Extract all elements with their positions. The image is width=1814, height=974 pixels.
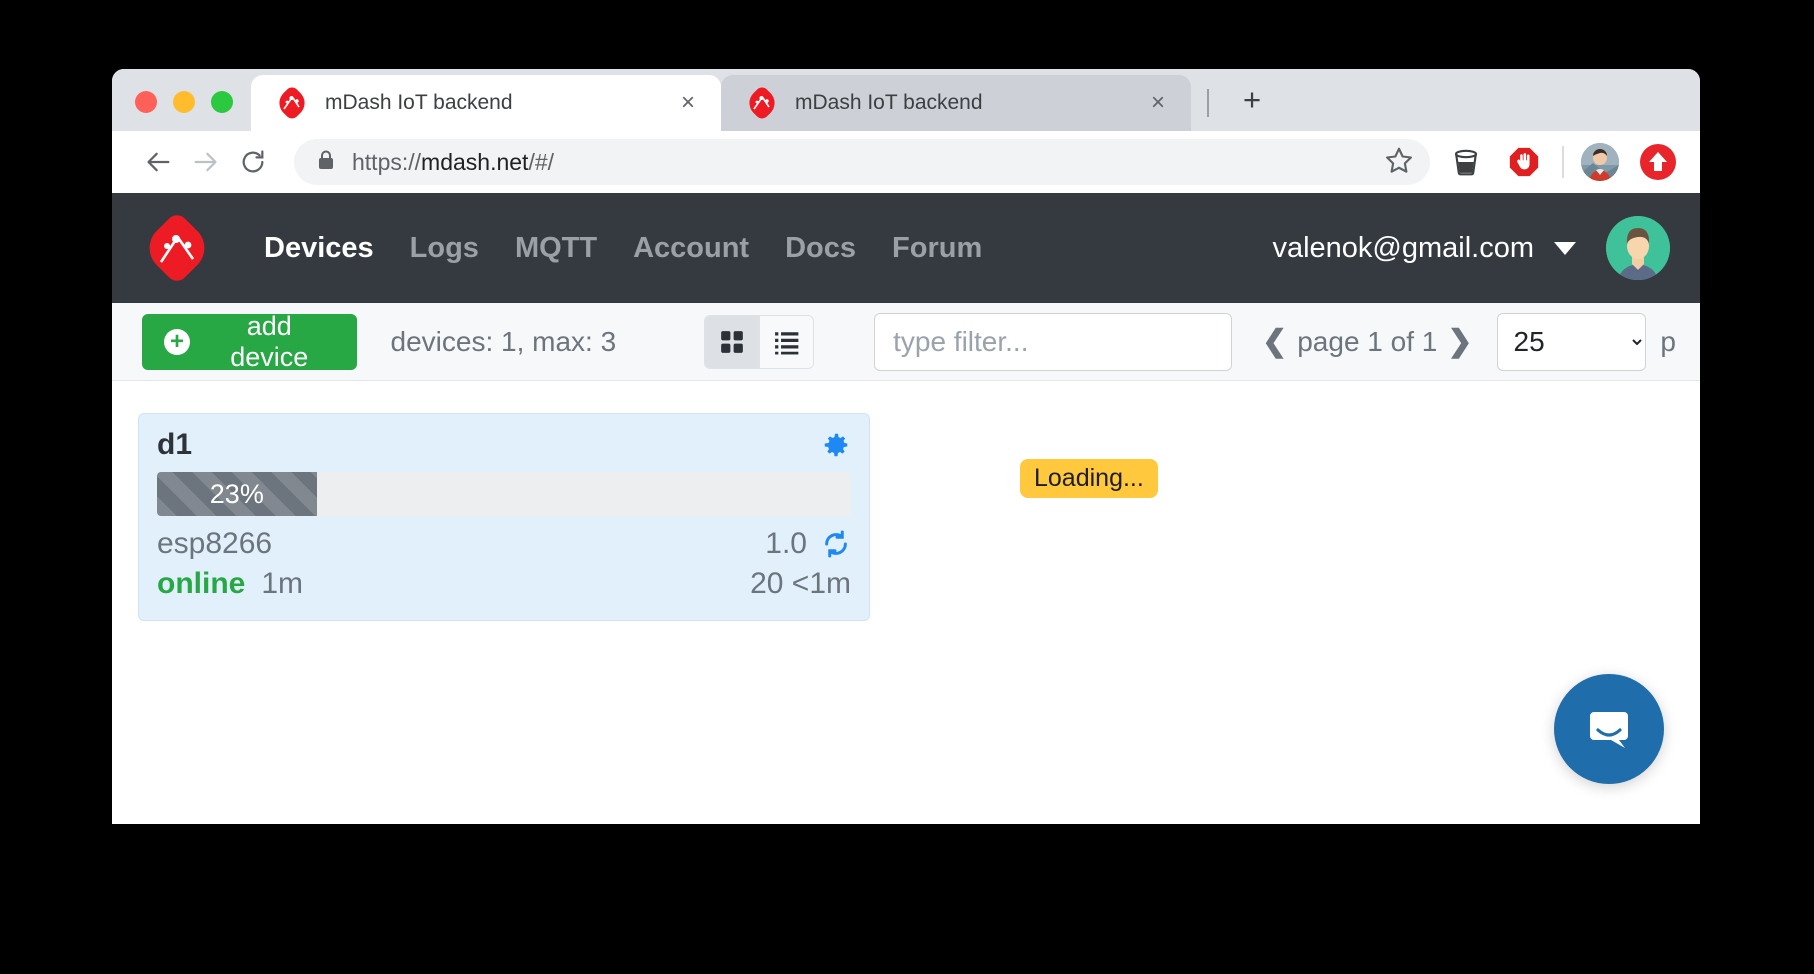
device-platform-row: esp8266 1.0	[157, 524, 851, 564]
pagination: ❮ page 1 of 1 ❯	[1258, 324, 1476, 359]
page-content: Devices Logs MQTT Account Docs Forum val…	[112, 193, 1700, 824]
gear-icon[interactable]	[821, 430, 851, 460]
toolbar-separator	[1562, 146, 1564, 178]
device-card-header: d1	[157, 428, 851, 462]
maximize-window-button[interactable]	[211, 91, 233, 113]
avatar	[1581, 143, 1619, 181]
add-device-button[interactable]: + add device	[142, 310, 357, 372]
app-navbar: Devices Logs MQTT Account Docs Forum val…	[112, 193, 1700, 498]
plus-circle-icon: +	[164, 328, 190, 355]
device-stats: 20 <1m	[750, 567, 851, 600]
device-card[interactable]: d1 23% esp8266 1.0 online 1m 20 <1m	[138, 413, 870, 621]
nav-link-logs[interactable]: Logs	[410, 232, 479, 265]
device-uptime: 1m	[261, 567, 304, 600]
prev-page-button[interactable]: ❮	[1258, 324, 1291, 359]
browser-toolbar: https://mdash.net/#/	[112, 131, 1700, 193]
nav-link-mqtt[interactable]: MQTT	[515, 232, 597, 265]
page-size-select[interactable]: 25	[1496, 312, 1647, 371]
nav-link-devices[interactable]: Devices	[264, 232, 374, 265]
close-window-button[interactable]	[135, 91, 157, 113]
status-badge: online	[157, 567, 246, 600]
devices-grid: d1 23% esp8266 1.0 online 1m 20 <1m	[112, 381, 1700, 824]
mdash-logo-icon[interactable]	[139, 210, 215, 286]
upload-arrow-icon[interactable]	[1636, 140, 1680, 184]
arrow-right-icon[interactable]	[182, 139, 228, 185]
device-progress-fill: 23%	[157, 472, 317, 516]
next-page-button[interactable]: ❯	[1443, 324, 1476, 359]
address-bar[interactable]: https://mdash.net/#/	[294, 139, 1430, 185]
lock-icon	[316, 149, 336, 176]
per-page-label: p	[1660, 325, 1676, 357]
device-progress-bar: 23%	[157, 472, 851, 516]
nav-link-docs[interactable]: Docs	[785, 232, 856, 265]
sync-icon[interactable]	[821, 529, 851, 559]
mdash-logo-icon	[743, 84, 781, 122]
nav-link-forum[interactable]: Forum	[892, 232, 982, 265]
device-firmware-version: 1.0	[765, 527, 807, 560]
close-tab-button[interactable]: ×	[1145, 87, 1171, 119]
page-indicator: page 1 of 1	[1297, 325, 1438, 357]
window-traffic-lights	[112, 91, 251, 131]
browser-window: mDash IoT backend × mDash IoT backend × …	[112, 69, 1700, 824]
device-progress-label: 23%	[209, 478, 264, 509]
filter-input[interactable]	[874, 312, 1233, 371]
browser-tab-strip: mDash IoT backend × mDash IoT backend × …	[112, 69, 1700, 131]
chat-bubble-icon[interactable]	[1554, 674, 1664, 784]
user-menu: valenok@gmail.com	[1272, 216, 1670, 280]
tab-title: mDash IoT backend	[325, 91, 513, 114]
minimize-window-button[interactable]	[173, 91, 195, 113]
url-text: https://mdash.net/#/	[352, 148, 555, 175]
profile-avatar-icon[interactable]	[1578, 140, 1622, 184]
grid-view-icon[interactable]	[705, 315, 760, 368]
adblock-icon[interactable]	[1502, 140, 1546, 184]
chevron-down-icon[interactable]	[1554, 241, 1576, 255]
reload-icon[interactable]	[230, 139, 276, 185]
nav-link-account[interactable]: Account	[633, 232, 749, 265]
browser-tab-1[interactable]: mDash IoT backend ×	[251, 75, 721, 131]
mdash-logo-icon	[273, 84, 311, 122]
view-toggle-group	[704, 314, 815, 369]
device-count-label: devices: 1, max: 3	[390, 325, 617, 357]
url-host: mdash.net	[421, 148, 529, 175]
new-tab-button[interactable]: +	[1233, 80, 1271, 119]
loading-badge: Loading...	[1020, 459, 1158, 498]
list-view-icon[interactable]	[759, 315, 814, 368]
bucket-icon[interactable]	[1444, 140, 1488, 184]
device-status-row: online 1m 20 <1m	[157, 564, 851, 604]
device-platform: esp8266	[157, 527, 273, 560]
tab-separator	[1207, 89, 1209, 117]
user-email-label[interactable]: valenok@gmail.com	[1272, 232, 1534, 265]
device-name: d1	[157, 428, 193, 461]
star-icon[interactable]	[1384, 145, 1414, 180]
arrow-left-icon[interactable]	[136, 139, 182, 185]
add-device-label: add device	[230, 310, 309, 372]
tab-title: mDash IoT backend	[795, 91, 983, 114]
browser-tab-2[interactable]: mDash IoT backend ×	[721, 75, 1191, 131]
user-avatar-icon[interactable]	[1606, 216, 1670, 280]
close-tab-button[interactable]: ×	[675, 87, 701, 119]
devices-toolbar: + add device devices: 1, max: 3 ❮ page 1…	[112, 303, 1700, 381]
